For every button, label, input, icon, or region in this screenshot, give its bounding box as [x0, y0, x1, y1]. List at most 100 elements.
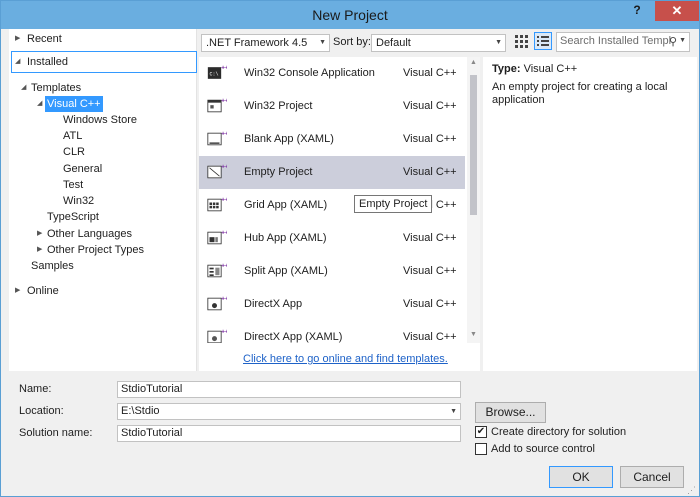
scroll-down-icon[interactable]: ▼	[467, 331, 480, 338]
solution-name-label: Solution name:	[19, 427, 93, 439]
nav-item-test[interactable]: Test	[63, 177, 83, 193]
template-row[interactable]: ++ Split App (XAML) Visual C++	[199, 255, 465, 288]
nav-item-visual-cpp[interactable]: Visual C++	[45, 96, 103, 112]
search-placeholder: Search Installed Templ	[560, 35, 672, 47]
cancel-button[interactable]: Cancel	[620, 466, 684, 488]
template-language: Visual C++	[403, 100, 457, 112]
template-name-empty-project: Empty Project	[244, 166, 313, 178]
template-row[interactable]: ++ DirectX App Visual C++	[199, 288, 465, 321]
nav-item-recent[interactable]: Recent	[27, 31, 62, 47]
template-name-win32-project: Win32 Project	[244, 100, 313, 112]
template-row[interactable]: ++ Empty Project Visual C++	[199, 156, 465, 189]
nav-item-windows-store[interactable]: Windows Store	[63, 112, 137, 128]
blank-app-icon: ++	[207, 131, 227, 146]
template-language: Visual C++	[403, 298, 457, 310]
nav-item-general[interactable]: General	[63, 161, 102, 177]
nav-item-win32[interactable]: Win32	[63, 193, 94, 209]
chevron-down-icon: ▼	[679, 37, 686, 44]
svg-text:++: ++	[221, 98, 227, 105]
svg-text:++: ++	[221, 263, 227, 270]
online-templates-link[interactable]: Click here to go online and find templat…	[243, 353, 448, 365]
help-button[interactable]: ?	[629, 3, 645, 19]
template-name-directx-app-xaml: DirectX App (XAML)	[244, 331, 343, 343]
template-name-hub-app-xaml: Hub App (XAML)	[244, 232, 327, 244]
nav-item-other-project-types[interactable]: Other Project Types	[47, 242, 144, 258]
list-view-icon	[537, 36, 549, 46]
title-bar: New Project ? ✕	[1, 1, 699, 29]
location-label: Location:	[19, 405, 64, 417]
template-list-scrollbar[interactable]: ▲ ▼	[467, 57, 480, 343]
nav-item-templates[interactable]: Templates	[31, 80, 81, 96]
template-list: C:\++Win32 Console ApplicationVisual C++…	[199, 57, 480, 344]
nav-item-online[interactable]: Online	[27, 283, 59, 299]
nav-item-other-languages[interactable]: Other Languages	[47, 226, 132, 242]
framework-dropdown[interactable]: .NET Framework 4.5 ▼	[201, 34, 330, 52]
framework-value: .NET Framework 4.5	[206, 37, 308, 49]
source-control-checkbox[interactable]	[475, 443, 487, 455]
svg-text:++: ++	[221, 329, 227, 336]
nav-item-atl[interactable]: ATL	[63, 128, 82, 144]
type-label: Type:	[492, 63, 521, 75]
create-directory-label: Create directory for solution	[491, 426, 627, 438]
online-link-row: Click here to go online and find templat…	[199, 343, 480, 371]
create-directory-checkbox[interactable]: ✔	[475, 426, 487, 438]
template-name-directx-app: DirectX App	[244, 298, 303, 310]
scroll-up-icon[interactable]: ▲	[467, 59, 480, 66]
template-description: An empty project for creating a local ap…	[492, 81, 668, 106]
template-name-blank-app-xaml: Blank App (XAML)	[244, 133, 334, 145]
hub-app-icon: ++	[207, 230, 227, 245]
template-type: Type: Visual C++	[492, 63, 577, 75]
location-field[interactable]: E:\Stdio ▼	[117, 403, 461, 420]
svg-text:++: ++	[221, 131, 227, 138]
template-language: Visual C++	[403, 232, 457, 244]
template-row[interactable]: C:\++ Win32 Console Application Visual C++	[199, 57, 465, 90]
grid-app-icon: ++	[207, 197, 227, 212]
collapse-arrow-icon[interactable]: ◢	[21, 80, 26, 96]
svg-text:++: ++	[221, 197, 227, 204]
nav-item-installed[interactable]: Installed	[27, 54, 68, 70]
template-row[interactable]: ++ Hub App (XAML) Visual C++	[199, 222, 465, 255]
template-toolbar: .NET Framework 4.5 ▼ Sort by: Default ▼ …	[199, 29, 699, 57]
chevron-down-icon: ▼	[319, 39, 326, 46]
location-value: E:\Stdio	[121, 405, 160, 417]
svg-text:++: ++	[221, 296, 227, 303]
svg-text:++: ++	[221, 65, 227, 72]
search-icon: ⚲	[668, 36, 677, 48]
source-control-label: Add to source control	[491, 443, 595, 455]
chevron-down-icon: ▼	[450, 408, 457, 415]
ok-button[interactable]: OK	[549, 466, 613, 488]
name-label: Name:	[19, 383, 52, 395]
collapse-arrow-icon[interactable]: ◢	[15, 54, 20, 70]
expand-arrow-icon[interactable]: ▶	[15, 283, 20, 299]
svg-text:++: ++	[221, 230, 227, 237]
svg-text:++: ++	[221, 164, 227, 171]
template-language: Visual C++	[403, 166, 457, 178]
expand-arrow-icon[interactable]: ▶	[37, 242, 42, 258]
directx-app-icon: ++	[207, 296, 227, 311]
empty-project-icon: ++	[207, 164, 227, 179]
name-field[interactable]: StdioTutorial	[117, 381, 461, 398]
template-row[interactable]: ++ Win32 Project Visual C++	[199, 90, 465, 123]
close-button[interactable]: ✕	[655, 1, 699, 21]
resize-grip-icon[interactable]: ⋰	[687, 485, 696, 496]
small-icons-view-button[interactable]	[514, 34, 530, 50]
browse-button[interactable]: Browse...	[475, 402, 546, 423]
type-value: Visual C++	[523, 63, 578, 75]
solution-name-field[interactable]: StdioTutorial	[117, 425, 461, 442]
search-templates-input[interactable]: Search Installed Templ ⚲ ▼	[556, 32, 690, 52]
expand-arrow-icon[interactable]: ▶	[15, 31, 20, 47]
checkmark-icon: ✔	[476, 426, 486, 437]
list-view-button[interactable]	[534, 32, 552, 50]
template-language: Visual C++	[403, 67, 457, 79]
sort-by-dropdown[interactable]: Default ▼	[371, 34, 506, 52]
nav-item-samples[interactable]: Samples	[31, 258, 74, 274]
expand-arrow-icon[interactable]: ▶	[37, 226, 42, 242]
template-row[interactable]: ++ Blank App (XAML) Visual C++	[199, 123, 465, 156]
scroll-thumb[interactable]	[470, 75, 477, 215]
new-project-dialog: New Project ? ✕ ▶ Recent ◢ Installed ◢ T…	[0, 0, 700, 497]
template-language: Visual C++	[403, 265, 457, 277]
nav-item-typescript[interactable]: TypeScript	[47, 209, 99, 225]
grid-view-icon	[515, 35, 528, 48]
nav-item-clr[interactable]: CLR	[63, 144, 85, 160]
collapse-arrow-icon[interactable]: ◢	[37, 96, 42, 112]
